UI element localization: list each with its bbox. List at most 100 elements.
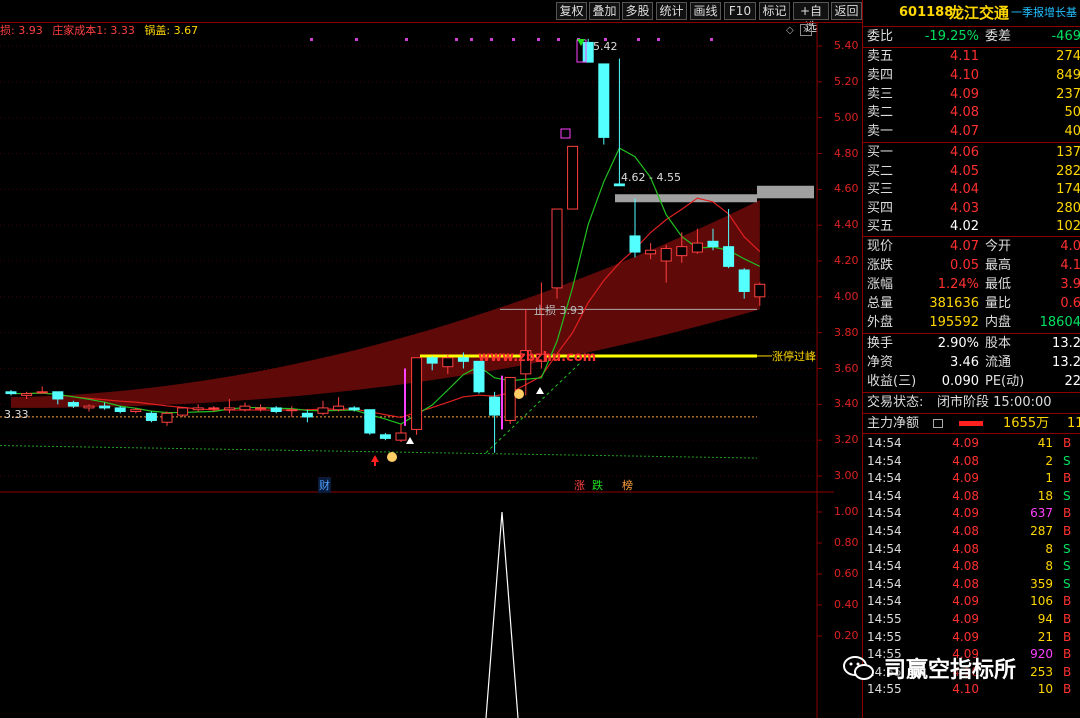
candle-body: [676, 246, 688, 257]
y-axis-label: 4.80: [834, 146, 859, 160]
signal-dot: [490, 38, 493, 41]
overlay-button[interactable]: 叠加: [589, 2, 620, 20]
candle-body: [301, 412, 313, 418]
toolbar: 复权 叠加 多股 统计 画线 F10 标记 +自选 返回: [0, 0, 862, 34]
high-label: 5.42: [593, 40, 618, 53]
y-axis-label: 5.00: [834, 110, 859, 124]
candle-body: [598, 63, 610, 138]
stats2-row[interactable]: 换手 2.90% 股本 13.2: [863, 335, 1080, 353]
ratio-row: 委比 -19.25% 委差 -469: [867, 29, 1080, 44]
ask-row[interactable]: 卖五 4.11 274: [863, 48, 1080, 66]
bid-row[interactable]: 买二 4.05 282: [863, 163, 1080, 181]
dragon-tiger-marker[interactable]: 榜: [622, 477, 633, 493]
candle-body: [239, 405, 251, 411]
mark-button[interactable]: 标记: [759, 2, 790, 20]
candles: [5, 38, 766, 453]
signal-dot: [637, 38, 640, 41]
stats-row[interactable]: 总量 381636 量比 0.6: [863, 295, 1080, 313]
tick-row[interactable]: 14:54 4.09 41 B: [863, 435, 1080, 453]
y-axis-label: 3.80: [834, 325, 859, 339]
main-force-row: 主力净额 1655万 11: [867, 416, 1080, 431]
signal-dot: [537, 38, 540, 41]
tick-row[interactable]: 14:54 4.09 106 B: [863, 593, 1080, 611]
limit-down-marker[interactable]: 跌: [592, 477, 603, 493]
status-row: 交易状态: 闭市阶段 15:00:00: [867, 395, 1052, 410]
candle-body: [21, 393, 33, 396]
f10-button[interactable]: F10: [724, 2, 756, 20]
wechat-watermark: 司赢空指标所: [838, 650, 1080, 686]
candle-body: [5, 391, 17, 395]
candle-body: [36, 391, 48, 394]
candle-body: [255, 407, 267, 410]
candle-body: [457, 357, 469, 362]
wechat-icon: [843, 656, 874, 680]
tick-row[interactable]: 14:55 4.09 21 B: [863, 629, 1080, 647]
stock-tag: 一季报增长基: [1011, 6, 1077, 19]
tick-row[interactable]: 14:54 4.08 18 S: [863, 488, 1080, 506]
tick-row[interactable]: 14:55 4.09 94 B: [863, 611, 1080, 629]
quote-panel: 601188 龙江交通 一季报增长基 委比 -19.25% 委差 -469 卖五…: [862, 0, 1080, 718]
tick-row[interactable]: 14:54 4.08 2 S: [863, 453, 1080, 471]
candle-body: [114, 407, 126, 412]
multi-stock-button[interactable]: 多股: [622, 2, 653, 20]
tick-row[interactable]: 14:54 4.08 287 B: [863, 523, 1080, 541]
stats-row[interactable]: 涨跌 0.05 最高 4.1: [863, 257, 1080, 275]
ask-row[interactable]: 卖三 4.09 237: [863, 86, 1080, 104]
tick-row[interactable]: 14:54 4.08 359 S: [863, 576, 1080, 594]
candle-body: [192, 407, 204, 411]
candle-body: [551, 208, 563, 289]
candle-body: [473, 360, 485, 393]
ask-row[interactable]: 卖一 4.07 40: [863, 123, 1080, 141]
add-favorite-button[interactable]: +自选: [793, 2, 829, 34]
bid-row[interactable]: 买三 4.04 174: [863, 181, 1080, 199]
tick-row[interactable]: 14:54 4.08 8 S: [863, 541, 1080, 559]
candle-body: [333, 405, 345, 411]
limit-up-marker[interactable]: 涨: [574, 477, 585, 493]
signal-dot: [310, 38, 313, 41]
ask-row[interactable]: 卖二 4.08 50: [863, 104, 1080, 122]
draw-line-button[interactable]: 画线: [690, 2, 721, 20]
bid-row[interactable]: 买一 4.06 137: [863, 144, 1080, 162]
candle-body: [442, 357, 454, 368]
up-arrow: [371, 455, 379, 462]
stats-row[interactable]: 现价 4.07 今开 4.0: [863, 238, 1080, 256]
kline-chart[interactable]: [0, 22, 834, 718]
range-label: 4.62 - 4.55: [621, 171, 681, 184]
candle-body: [629, 235, 641, 253]
bid-row[interactable]: 买五 4.02 102: [863, 218, 1080, 236]
finance-marker[interactable]: 财: [318, 477, 331, 493]
candle-body: [161, 412, 173, 423]
candle-body: [130, 409, 142, 413]
stats-row[interactable]: 涨幅 1.24% 最低 3.9: [863, 276, 1080, 294]
hand-icon: [514, 389, 524, 399]
tick-row[interactable]: 14:54 4.09 1 B: [863, 470, 1080, 488]
tick-row[interactable]: 14:54 4.09 637 B: [863, 505, 1080, 523]
stats2-row[interactable]: 净资 3.46 流通 13.2: [863, 354, 1080, 372]
support-line: [0, 445, 758, 459]
stats-row[interactable]: 外盘 195592 内盘 18604: [863, 314, 1080, 332]
y-axis-label: 5.40: [834, 39, 859, 52]
candle-body: [582, 41, 594, 63]
menu-icon[interactable]: [933, 419, 943, 428]
candle-body: [395, 432, 407, 441]
signal-dot: [512, 38, 515, 41]
candle-body: [723, 246, 735, 267]
statistics-button[interactable]: 统计: [656, 2, 687, 20]
candle-body: [613, 183, 625, 187]
y-axis-label: 4.20: [834, 254, 859, 267]
candle-body: [286, 409, 298, 412]
tick-row[interactable]: 14:54 4.08 8 S: [863, 558, 1080, 576]
cost-line-label: 3.33: [4, 408, 29, 421]
candle-body: [504, 376, 516, 421]
candle-body: [489, 396, 501, 416]
ask-row[interactable]: 卖四 4.10 849: [863, 67, 1080, 85]
candle-body: [208, 407, 220, 410]
candle-body: [364, 409, 376, 434]
restore-right-button[interactable]: 复权: [556, 2, 587, 20]
bid-row[interactable]: 买四 4.03 280: [863, 200, 1080, 218]
stock-name: 龙江交通: [949, 4, 1010, 22]
stats2-row[interactable]: 收益(三) 0.090 PE(动) 22: [863, 373, 1080, 391]
y-axis-label: 4.00: [834, 289, 859, 303]
candle-body: [52, 391, 64, 400]
back-button[interactable]: 返回: [831, 2, 862, 20]
